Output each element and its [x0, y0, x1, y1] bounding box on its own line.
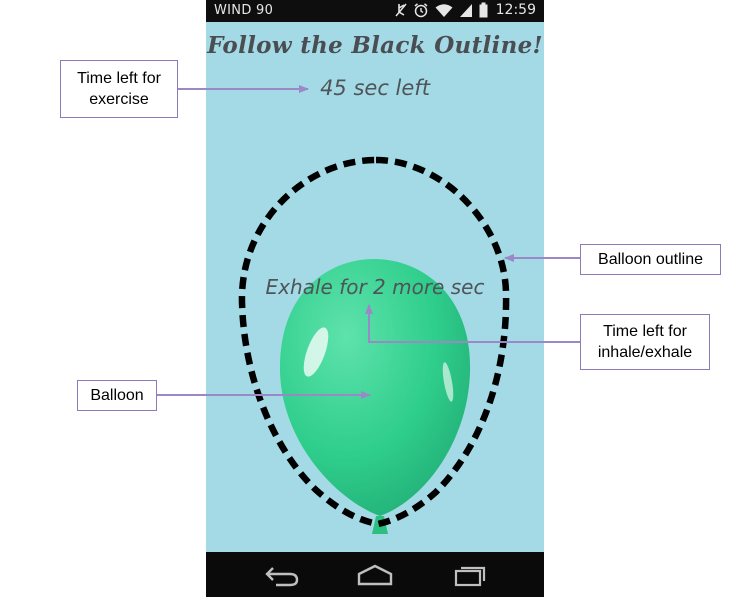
back-button[interactable] [262, 562, 302, 588]
phone-screen: WIND 90 12:59 Follow the Black Outline! … [206, 0, 544, 597]
navigation-bar [206, 552, 544, 597]
exercise-screen: Follow the Black Outline! 45 sec left Ex… [206, 22, 544, 552]
mute-icon [395, 2, 407, 18]
home-button[interactable] [355, 562, 395, 588]
wifi-icon [435, 3, 453, 18]
callout-balloon: Balloon [77, 380, 157, 411]
status-icons: 12:59 [395, 2, 536, 18]
battery-icon [479, 2, 488, 18]
callout-time-left-breath: Time left for inhale/exhale [580, 314, 710, 370]
recent-apps-icon [454, 566, 486, 587]
callout-time-left-exercise: Time left for exercise [60, 60, 178, 118]
signal-icon [459, 3, 473, 18]
recent-apps-button[interactable] [450, 562, 490, 588]
home-icon [357, 564, 393, 586]
callout-balloon-outline: Balloon outline [580, 244, 721, 275]
back-icon [265, 567, 299, 587]
status-bar: WIND 90 12:59 [206, 0, 544, 22]
balloon [279, 259, 471, 534]
status-clock: 12:59 [495, 2, 536, 18]
carrier-name: WIND 90 [214, 3, 274, 18]
breath-time-left: Exhale for 2 more sec [265, 275, 485, 299]
alarm-icon [413, 2, 429, 18]
